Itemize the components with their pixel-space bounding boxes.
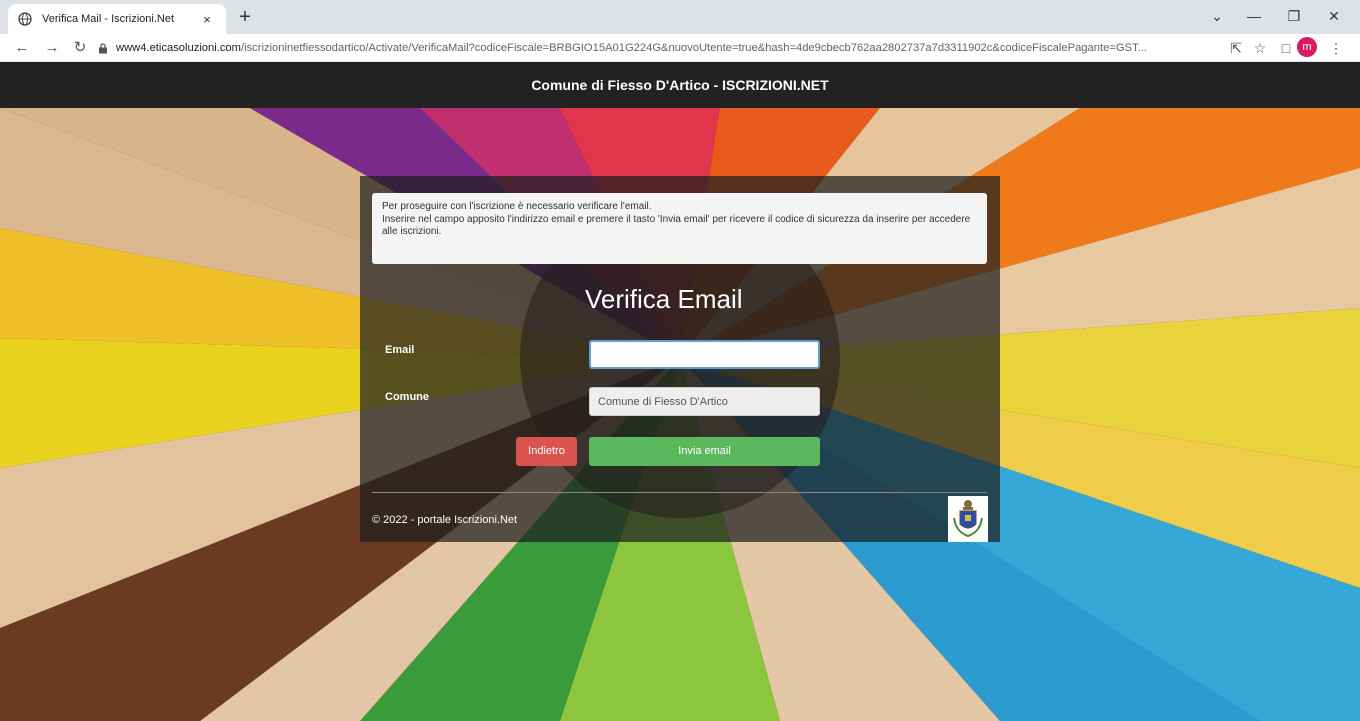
site-header: Comune di Fiesso D'Artico - ISCRIZIONI.N… xyxy=(0,62,1360,108)
profile-avatar[interactable]: m xyxy=(1297,37,1317,57)
verification-panel: Per proseguire con l'iscrizione è necess… xyxy=(360,176,1000,542)
url-text: www4.eticasoluzioni.com/iscrizioninetfie… xyxy=(116,42,1147,54)
email-label: Email xyxy=(385,344,415,356)
tab-strip: Verifica Mail - Iscrizioni.Net × + ⌄ — ❐… xyxy=(0,0,1360,34)
menu-icon[interactable]: ⋮ xyxy=(1326,38,1346,58)
comune-field xyxy=(589,387,820,416)
restore-icon[interactable]: ❐ xyxy=(1280,6,1308,26)
new-tab-button[interactable]: + xyxy=(234,6,256,28)
divider xyxy=(372,492,987,493)
browser-tab[interactable]: Verifica Mail - Iscrizioni.Net × xyxy=(8,4,226,34)
share-icon[interactable]: ⇱ xyxy=(1226,38,1246,58)
footer-copyright: © 2022 - portale Iscrizioni.Net xyxy=(372,514,518,526)
page: Comune di Fiesso D'Artico - ISCRIZIONI.N… xyxy=(0,62,1360,721)
tab-title: Verifica Mail - Iscrizioni.Net xyxy=(42,13,175,25)
tab-close-icon[interactable]: × xyxy=(198,12,216,27)
tab-search-icon[interactable]: ⌄ xyxy=(1203,6,1231,26)
star-icon[interactable]: ☆ xyxy=(1250,38,1270,58)
sidepanel-icon[interactable]: □ xyxy=(1276,38,1296,58)
lock-icon xyxy=(98,42,108,54)
page-title: Verifica Email xyxy=(585,284,743,314)
background-image: Per proseguire con l'iscrizione è necess… xyxy=(0,108,1360,721)
reload-icon[interactable]: ↻ xyxy=(70,38,90,58)
browser-toolbar: ← → ↻ www4.eticasoluzioni.com/iscrizioni… xyxy=(0,34,1360,62)
back-button[interactable]: Indietro xyxy=(516,437,577,466)
close-icon[interactable]: ✕ xyxy=(1320,6,1348,26)
email-input[interactable] xyxy=(589,340,820,369)
send-email-button[interactable]: Invia email xyxy=(589,437,820,466)
back-icon[interactable]: ← xyxy=(12,38,32,58)
forward-icon[interactable]: → xyxy=(42,38,62,58)
notice-line-1: Per proseguire con l'iscrizione è necess… xyxy=(382,201,652,212)
address-bar[interactable]: www4.eticasoluzioni.com/iscrizioninetfie… xyxy=(98,37,1250,59)
notice-line-2: Inserire nel campo apposito l'indirizzo … xyxy=(382,213,971,238)
minimize-icon[interactable]: — xyxy=(1240,6,1268,26)
globe-icon xyxy=(18,12,32,26)
notice-box: Per proseguire con l'iscrizione è necess… xyxy=(372,193,987,264)
comune-label: Comune xyxy=(385,391,429,403)
municipality-crest-icon xyxy=(948,496,988,542)
